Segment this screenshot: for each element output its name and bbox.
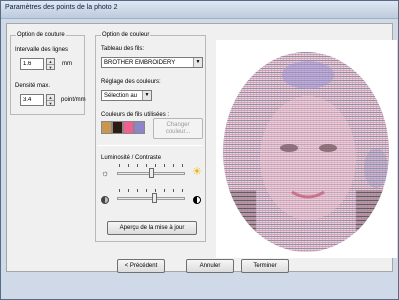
stitch-preview-image <box>223 52 389 252</box>
cancel-button[interactable]: Annuler <box>186 259 234 273</box>
brightness-slider-thumb[interactable] <box>149 168 154 178</box>
finish-button[interactable]: Terminer <box>241 259 289 273</box>
line-interval-field[interactable]: ▲ ▼ <box>20 58 55 70</box>
thread-table-value: BROTHER EMBROIDERY <box>104 60 176 66</box>
sun-bright-icon: ☀ <box>192 166 202 178</box>
title-bar: Paramètres des points de la photo 2 <box>1 1 398 19</box>
window-title: Paramètres des points de la photo 2 <box>5 4 118 11</box>
used-colors-swatches <box>101 121 147 134</box>
color-swatch <box>112 121 123 134</box>
thread-table-label: Tableau des fils: <box>101 46 145 52</box>
color-swatch <box>101 121 112 134</box>
color-swatch <box>123 121 134 134</box>
spin-down-icon[interactable]: ▼ <box>47 64 54 70</box>
color-swatch <box>134 121 145 134</box>
spin-down-icon[interactable]: ▼ <box>47 100 54 106</box>
line-interval-input[interactable] <box>21 59 43 69</box>
brightness-contrast-label: Luminosité / Contraste <box>101 155 162 161</box>
thread-table-select[interactable]: BROTHER EMBROIDERY ▼ <box>101 57 203 68</box>
contrast-slider[interactable] <box>117 189 185 203</box>
line-interval-label: Intervalle des lignes <box>15 47 69 53</box>
chevron-down-icon[interactable]: ▼ <box>193 58 202 67</box>
color-adjust-select[interactable]: Sélection au ▼ <box>101 90 152 101</box>
max-density-label: Densité max. <box>15 83 51 89</box>
change-color-button[interactable]: Changer couleur... <box>153 118 203 139</box>
contrast-low-icon <box>101 196 109 204</box>
color-option-title: Option de couleur <box>101 31 151 39</box>
contrast-slider-thumb[interactable] <box>152 193 157 203</box>
max-density-spinner[interactable]: ▲ ▼ <box>46 94 55 106</box>
slider-ticks <box>119 164 183 167</box>
line-interval-unit: mm <box>62 61 72 67</box>
color-adjust-value: Sélection au <box>104 93 138 99</box>
update-preview-button[interactable]: Aperçu de la mise à jour <box>107 221 197 235</box>
brightness-slider[interactable] <box>117 164 185 178</box>
sewing-option-title: Option de couture <box>16 31 66 39</box>
photo-stitch-dialog: Paramètres des points de la photo 2 Opti… <box>0 0 399 300</box>
back-button[interactable]: < Précédent <box>117 259 165 273</box>
slider-ticks <box>119 189 183 192</box>
stitch-preview-panel <box>216 40 397 258</box>
sun-small-icon: ☼ <box>101 168 110 178</box>
chevron-down-icon[interactable]: ▼ <box>142 91 151 100</box>
line-interval-spinner[interactable]: ▲ ▼ <box>46 58 55 70</box>
change-color-label-1: Changer <box>166 121 190 128</box>
color-adjust-label: Réglage des couleurs: <box>101 79 161 85</box>
max-density-input[interactable] <box>21 95 43 105</box>
change-color-label-2: couleur... <box>165 128 191 135</box>
divider <box>97 145 203 146</box>
max-density-field[interactable]: ▲ ▼ <box>20 94 55 106</box>
slider-track <box>117 197 185 200</box>
max-density-unit: point/mm <box>61 97 86 103</box>
contrast-high-icon <box>193 196 201 204</box>
